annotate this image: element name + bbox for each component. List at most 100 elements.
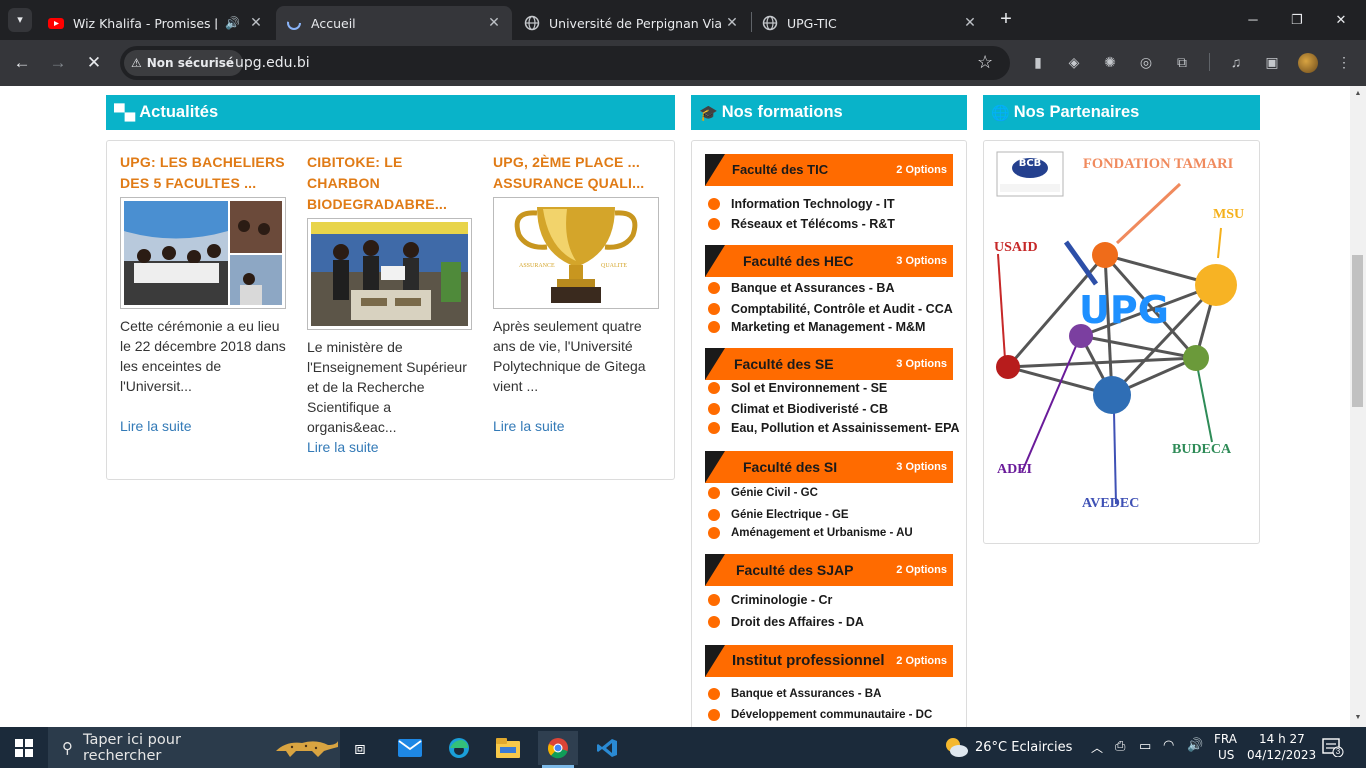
mail-icon[interactable] bbox=[390, 731, 430, 765]
news-image-ceremony[interactable] bbox=[120, 197, 286, 309]
news-image-charcoal[interactable] bbox=[307, 218, 472, 330]
extensions-puzzle-icon[interactable]: ⧉ bbox=[1172, 52, 1192, 72]
close-tab-icon[interactable]: ✕ bbox=[486, 15, 502, 31]
clock-time[interactable]: 14 h 27 bbox=[1259, 732, 1305, 746]
close-tab-icon[interactable]: ✕ bbox=[248, 15, 264, 31]
battery-icon[interactable]: ▭ bbox=[1139, 739, 1151, 754]
faculty-option[interactable]: Droit des Affaires - DA bbox=[708, 614, 864, 630]
chrome-icon[interactable] bbox=[538, 731, 578, 768]
partner-label[interactable]: ADEI bbox=[997, 462, 1032, 478]
faculty-option[interactable]: Climat et Biodiveristé - CB bbox=[708, 401, 888, 417]
bullet-icon bbox=[708, 321, 720, 333]
faculty-option[interactable]: Développement communautaire - DC bbox=[708, 707, 932, 723]
faculty-header-sjap[interactable]: Faculté des SJAP 2 Options bbox=[705, 554, 953, 586]
news-title-line[interactable]: UPG, 2ÈME PLACE ... bbox=[493, 152, 661, 173]
bullet-icon bbox=[708, 709, 720, 721]
faculty-option[interactable]: Réseaux et Télécoms - R&T bbox=[708, 216, 895, 232]
news-title[interactable]: UPG: LES BACHELIERS DES 5 FACULTES ... bbox=[120, 152, 288, 194]
tab-upg-tic[interactable]: UPG-TIC ✕ bbox=[752, 6, 988, 40]
news-image-trophy[interactable]: ASSURANCE QUALITE bbox=[493, 197, 659, 309]
wifi-icon[interactable]: ◠ bbox=[1163, 738, 1174, 753]
extension-shield-icon[interactable]: ◈ bbox=[1064, 52, 1084, 72]
faculty-header-institut[interactable]: Institut professionnel 2 Options bbox=[705, 645, 953, 677]
news-title[interactable]: CIBITOKE: LE CHARBON BIODEGRADABRE... bbox=[307, 152, 475, 215]
news-title[interactable]: UPG, 2ÈME PLACE ... ASSURANCE QUALI... bbox=[493, 152, 661, 194]
faculty-option[interactable]: Aménagement et Urbanisme - AU bbox=[708, 525, 913, 541]
news-title-line[interactable]: DES 5 FACULTES ... bbox=[120, 173, 288, 194]
faculty-header-si[interactable]: Faculté des SI 3 Options bbox=[705, 451, 953, 483]
keyboard-layout[interactable]: US bbox=[1218, 748, 1234, 762]
bookmark-star-icon[interactable]: ☆ bbox=[977, 52, 993, 73]
faculty-option[interactable]: Sol et Environnement - SE bbox=[708, 380, 887, 396]
faculty-option[interactable]: Information Technology - IT bbox=[708, 196, 895, 212]
news-title-line[interactable]: UPG: LES BACHELIERS bbox=[120, 152, 288, 173]
window-close-icon[interactable]: ✕ bbox=[1328, 8, 1354, 32]
vscode-icon[interactable] bbox=[587, 731, 627, 765]
url-text[interactable]: upg.edu.bi bbox=[235, 55, 310, 71]
faculty-option[interactable]: Génie Civil - GC bbox=[708, 485, 818, 501]
faculty-option[interactable]: Génie Electrique - GE bbox=[708, 507, 849, 523]
weather-icon[interactable] bbox=[943, 736, 969, 763]
side-panel-icon[interactable]: ▣ bbox=[1262, 52, 1282, 72]
scrollbar-thumb[interactable] bbox=[1352, 255, 1363, 407]
forward-icon[interactable]: → bbox=[46, 51, 70, 75]
read-more-link[interactable]: Lire la suite bbox=[307, 437, 379, 457]
restore-icon[interactable]: ❐ bbox=[1284, 8, 1310, 32]
close-tab-icon[interactable]: ✕ bbox=[962, 15, 978, 31]
profile-avatar[interactable] bbox=[1298, 53, 1318, 73]
extension-docs-icon[interactable]: ▮ bbox=[1028, 52, 1048, 72]
faculty-option[interactable]: Marketing et Management - M&M bbox=[708, 319, 925, 335]
minimize-icon[interactable]: ─ bbox=[1240, 8, 1266, 32]
tab-search-button[interactable]: ▾ bbox=[8, 8, 32, 32]
scroll-up-icon[interactable]: ▲ bbox=[1353, 90, 1363, 97]
taskbar-search-box[interactable]: ⚲ Taper ici pour rechercher bbox=[48, 727, 340, 768]
faculty-option[interactable]: Banque et Assurances - BA bbox=[708, 686, 881, 702]
faculty-header-se[interactable]: Faculté des SE 3 Options bbox=[705, 348, 953, 380]
scroll-down-icon[interactable]: ▼ bbox=[1353, 714, 1363, 721]
read-more-link[interactable]: Lire la suite bbox=[493, 416, 565, 436]
tab-youtube[interactable]: Wiz Khalifa - Promises [Official 🔊 ✕ bbox=[38, 6, 274, 40]
show-hidden-icons-chevron[interactable]: ︿ bbox=[1091, 739, 1103, 756]
faculty-option[interactable]: Eau, Pollution et Assainissement- EPA bbox=[708, 420, 960, 436]
read-more-link[interactable]: Lire la suite bbox=[120, 416, 192, 436]
partner-label[interactable]: FONDATION TAMARI bbox=[1083, 156, 1233, 173]
media-control-icon[interactable]: ♫ bbox=[1226, 52, 1246, 72]
windows-start-icon[interactable] bbox=[15, 739, 33, 757]
tab-accueil[interactable]: Accueil ✕ bbox=[276, 6, 512, 40]
news-title-line[interactable]: BIODEGRADABRE... bbox=[307, 194, 475, 215]
task-view-icon[interactable]: ⧈ bbox=[340, 731, 380, 765]
partner-label[interactable]: BUDECA bbox=[1172, 442, 1231, 458]
faculty-name: Institut professionnel bbox=[732, 652, 885, 669]
faculty-header-hec[interactable]: Faculté des HEC 3 Options bbox=[705, 245, 953, 277]
notification-center-icon[interactable]: 3 bbox=[1322, 737, 1344, 758]
security-chip[interactable]: ⚠ Non sécurisé bbox=[124, 50, 244, 76]
close-tab-icon[interactable]: ✕ bbox=[724, 15, 740, 31]
file-explorer-icon[interactable] bbox=[488, 731, 528, 765]
faculty-name: Faculté des SI bbox=[743, 459, 838, 475]
back-icon[interactable]: ← bbox=[10, 51, 34, 75]
faculty-option[interactable]: Comptabilité, Contrôle et Audit - CCA bbox=[708, 301, 953, 317]
news-title-line[interactable]: CIBITOKE: LE bbox=[307, 152, 475, 173]
weather-text[interactable]: 26°C Eclaircies bbox=[975, 740, 1072, 755]
faculty-option[interactable]: Criminologie - Cr bbox=[708, 592, 832, 608]
language-code[interactable]: FRA bbox=[1214, 732, 1237, 746]
new-tab-button[interactable]: + bbox=[996, 9, 1016, 30]
volume-icon[interactable]: 🔊 bbox=[1187, 738, 1203, 753]
menu-kebab-icon[interactable]: ⋮ bbox=[1334, 52, 1354, 72]
faculty-options-count: 2 Options bbox=[896, 164, 947, 176]
partner-label[interactable]: MSU bbox=[1213, 207, 1244, 223]
clock-date[interactable]: 04/12/2023 bbox=[1247, 748, 1316, 762]
extension-react-icon[interactable]: ✺ bbox=[1100, 52, 1120, 72]
extension-target-icon[interactable]: ◎ bbox=[1136, 52, 1156, 72]
partner-label[interactable]: AVEDEC bbox=[1082, 496, 1139, 512]
speaker-icon[interactable]: 🔊 bbox=[225, 16, 240, 30]
stop-loading-icon[interactable]: ✕ bbox=[82, 51, 106, 75]
meet-now-icon[interactable]: ⎙ bbox=[1115, 739, 1125, 754]
partner-label[interactable]: USAID bbox=[994, 240, 1038, 256]
news-title-line[interactable]: CHARBON bbox=[307, 173, 475, 194]
faculty-option[interactable]: Banque et Assurances - BA bbox=[708, 280, 894, 296]
tab-perpignan[interactable]: Université de Perpignan Via Dom ✕ bbox=[514, 6, 750, 40]
edge-browser-icon[interactable] bbox=[439, 731, 479, 765]
faculty-header-tic[interactable]: Faculté des TIC 2 Options bbox=[705, 154, 953, 186]
news-title-line[interactable]: ASSURANCE QUALI... bbox=[493, 173, 661, 194]
